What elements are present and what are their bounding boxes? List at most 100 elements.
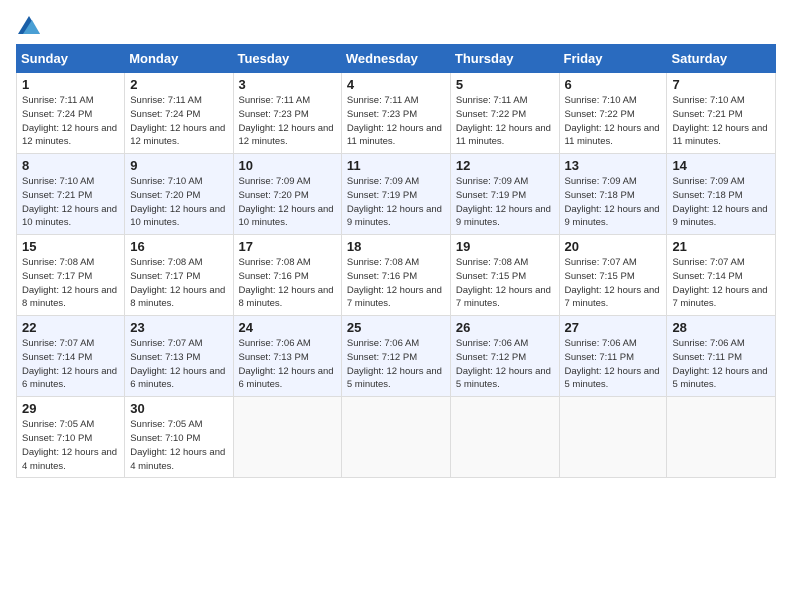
day-number: 21 <box>672 239 770 254</box>
daylight-label: Daylight: 12 hours and 11 minutes. <box>672 123 767 148</box>
calendar-cell: 25 Sunrise: 7:06 AM Sunset: 7:12 PM Dayl… <box>341 316 450 397</box>
daylight-label: Daylight: 12 hours and 12 minutes. <box>239 123 334 148</box>
sunset-label: Sunset: 7:24 PM <box>130 109 200 120</box>
day-info: Sunrise: 7:11 AM Sunset: 7:24 PM Dayligh… <box>22 94 119 149</box>
day-number: 28 <box>672 320 770 335</box>
day-number: 5 <box>456 77 554 92</box>
day-info: Sunrise: 7:08 AM Sunset: 7:17 PM Dayligh… <box>22 256 119 311</box>
daylight-label: Daylight: 12 hours and 11 minutes. <box>347 123 442 148</box>
sunrise-label: Sunrise: 7:08 AM <box>456 257 528 268</box>
day-info: Sunrise: 7:07 AM Sunset: 7:14 PM Dayligh… <box>22 337 119 392</box>
day-number: 11 <box>347 158 445 173</box>
day-number: 17 <box>239 239 336 254</box>
calendar-cell: 24 Sunrise: 7:06 AM Sunset: 7:13 PM Dayl… <box>233 316 341 397</box>
daylight-label: Daylight: 12 hours and 11 minutes. <box>565 123 660 148</box>
sunrise-label: Sunrise: 7:09 AM <box>565 176 637 187</box>
day-header-tuesday: Tuesday <box>233 45 341 73</box>
sunrise-label: Sunrise: 7:05 AM <box>22 419 94 430</box>
calendar-cell: 14 Sunrise: 7:09 AM Sunset: 7:18 PM Dayl… <box>667 154 776 235</box>
sunset-label: Sunset: 7:22 PM <box>565 109 635 120</box>
sunrise-label: Sunrise: 7:11 AM <box>130 95 202 106</box>
sunrise-label: Sunrise: 7:09 AM <box>456 176 528 187</box>
day-info: Sunrise: 7:06 AM Sunset: 7:13 PM Dayligh… <box>239 337 336 392</box>
day-number: 7 <box>672 77 770 92</box>
day-info: Sunrise: 7:09 AM Sunset: 7:20 PM Dayligh… <box>239 175 336 230</box>
sunset-label: Sunset: 7:22 PM <box>456 109 526 120</box>
daylight-label: Daylight: 12 hours and 5 minutes. <box>672 366 767 391</box>
sunrise-label: Sunrise: 7:08 AM <box>22 257 94 268</box>
sunrise-label: Sunrise: 7:10 AM <box>565 95 637 106</box>
daylight-label: Daylight: 12 hours and 10 minutes. <box>22 204 117 229</box>
calendar-cell: 16 Sunrise: 7:08 AM Sunset: 7:17 PM Dayl… <box>125 235 233 316</box>
day-number: 16 <box>130 239 227 254</box>
day-info: Sunrise: 7:09 AM Sunset: 7:19 PM Dayligh… <box>347 175 445 230</box>
calendar-week-row: 8 Sunrise: 7:10 AM Sunset: 7:21 PM Dayli… <box>17 154 776 235</box>
sunset-label: Sunset: 7:18 PM <box>565 190 635 201</box>
daylight-label: Daylight: 12 hours and 6 minutes. <box>22 366 117 391</box>
sunset-label: Sunset: 7:20 PM <box>239 190 309 201</box>
sunset-label: Sunset: 7:19 PM <box>347 190 417 201</box>
day-header-friday: Friday <box>559 45 667 73</box>
daylight-label: Daylight: 12 hours and 12 minutes. <box>130 123 225 148</box>
sunrise-label: Sunrise: 7:09 AM <box>239 176 311 187</box>
sunset-label: Sunset: 7:16 PM <box>239 271 309 282</box>
daylight-label: Daylight: 12 hours and 4 minutes. <box>22 447 117 472</box>
day-number: 14 <box>672 158 770 173</box>
day-number: 19 <box>456 239 554 254</box>
sunset-label: Sunset: 7:10 PM <box>22 433 92 444</box>
daylight-label: Daylight: 12 hours and 9 minutes. <box>672 204 767 229</box>
day-number: 24 <box>239 320 336 335</box>
calendar-cell: 30 Sunrise: 7:05 AM Sunset: 7:10 PM Dayl… <box>125 397 233 478</box>
sunset-label: Sunset: 7:14 PM <box>22 352 92 363</box>
sunrise-label: Sunrise: 7:08 AM <box>347 257 419 268</box>
sunset-label: Sunset: 7:24 PM <box>22 109 92 120</box>
sunset-label: Sunset: 7:11 PM <box>565 352 635 363</box>
calendar-cell: 19 Sunrise: 7:08 AM Sunset: 7:15 PM Dayl… <box>450 235 559 316</box>
calendar-cell: 22 Sunrise: 7:07 AM Sunset: 7:14 PM Dayl… <box>17 316 125 397</box>
calendar-cell: 23 Sunrise: 7:07 AM Sunset: 7:13 PM Dayl… <box>125 316 233 397</box>
calendar-week-row: 15 Sunrise: 7:08 AM Sunset: 7:17 PM Dayl… <box>17 235 776 316</box>
sunset-label: Sunset: 7:11 PM <box>672 352 742 363</box>
calendar-cell: 1 Sunrise: 7:11 AM Sunset: 7:24 PM Dayli… <box>17 73 125 154</box>
calendar-week-row: 22 Sunrise: 7:07 AM Sunset: 7:14 PM Dayl… <box>17 316 776 397</box>
daylight-label: Daylight: 12 hours and 8 minutes. <box>239 285 334 310</box>
day-info: Sunrise: 7:10 AM Sunset: 7:21 PM Dayligh… <box>22 175 119 230</box>
sunrise-label: Sunrise: 7:07 AM <box>672 257 744 268</box>
sunrise-label: Sunrise: 7:11 AM <box>239 95 311 106</box>
sunrise-label: Sunrise: 7:07 AM <box>565 257 637 268</box>
daylight-label: Daylight: 12 hours and 9 minutes. <box>456 204 551 229</box>
sunrise-label: Sunrise: 7:08 AM <box>239 257 311 268</box>
calendar-cell <box>450 397 559 478</box>
day-info: Sunrise: 7:11 AM Sunset: 7:23 PM Dayligh… <box>239 94 336 149</box>
day-number: 13 <box>565 158 662 173</box>
day-info: Sunrise: 7:07 AM Sunset: 7:13 PM Dayligh… <box>130 337 227 392</box>
calendar-cell: 11 Sunrise: 7:09 AM Sunset: 7:19 PM Dayl… <box>341 154 450 235</box>
sunrise-label: Sunrise: 7:09 AM <box>672 176 744 187</box>
calendar-cell: 8 Sunrise: 7:10 AM Sunset: 7:21 PM Dayli… <box>17 154 125 235</box>
daylight-label: Daylight: 12 hours and 5 minutes. <box>456 366 551 391</box>
day-header-sunday: Sunday <box>17 45 125 73</box>
day-number: 3 <box>239 77 336 92</box>
sunrise-label: Sunrise: 7:11 AM <box>456 95 528 106</box>
sunset-label: Sunset: 7:13 PM <box>130 352 200 363</box>
sunrise-label: Sunrise: 7:06 AM <box>565 338 637 349</box>
day-header-wednesday: Wednesday <box>341 45 450 73</box>
day-info: Sunrise: 7:09 AM Sunset: 7:18 PM Dayligh… <box>565 175 662 230</box>
calendar-cell: 9 Sunrise: 7:10 AM Sunset: 7:20 PM Dayli… <box>125 154 233 235</box>
sunset-label: Sunset: 7:16 PM <box>347 271 417 282</box>
daylight-label: Daylight: 12 hours and 9 minutes. <box>565 204 660 229</box>
calendar-week-row: 29 Sunrise: 7:05 AM Sunset: 7:10 PM Dayl… <box>17 397 776 478</box>
day-info: Sunrise: 7:11 AM Sunset: 7:22 PM Dayligh… <box>456 94 554 149</box>
sunset-label: Sunset: 7:20 PM <box>130 190 200 201</box>
sunset-label: Sunset: 7:18 PM <box>672 190 742 201</box>
page-header <box>16 16 776 34</box>
sunrise-label: Sunrise: 7:06 AM <box>456 338 528 349</box>
sunrise-label: Sunrise: 7:07 AM <box>130 338 202 349</box>
day-number: 22 <box>22 320 119 335</box>
day-info: Sunrise: 7:11 AM Sunset: 7:24 PM Dayligh… <box>130 94 227 149</box>
day-number: 25 <box>347 320 445 335</box>
daylight-label: Daylight: 12 hours and 6 minutes. <box>130 366 225 391</box>
logo <box>16 16 40 34</box>
day-info: Sunrise: 7:06 AM Sunset: 7:12 PM Dayligh… <box>347 337 445 392</box>
day-number: 27 <box>565 320 662 335</box>
